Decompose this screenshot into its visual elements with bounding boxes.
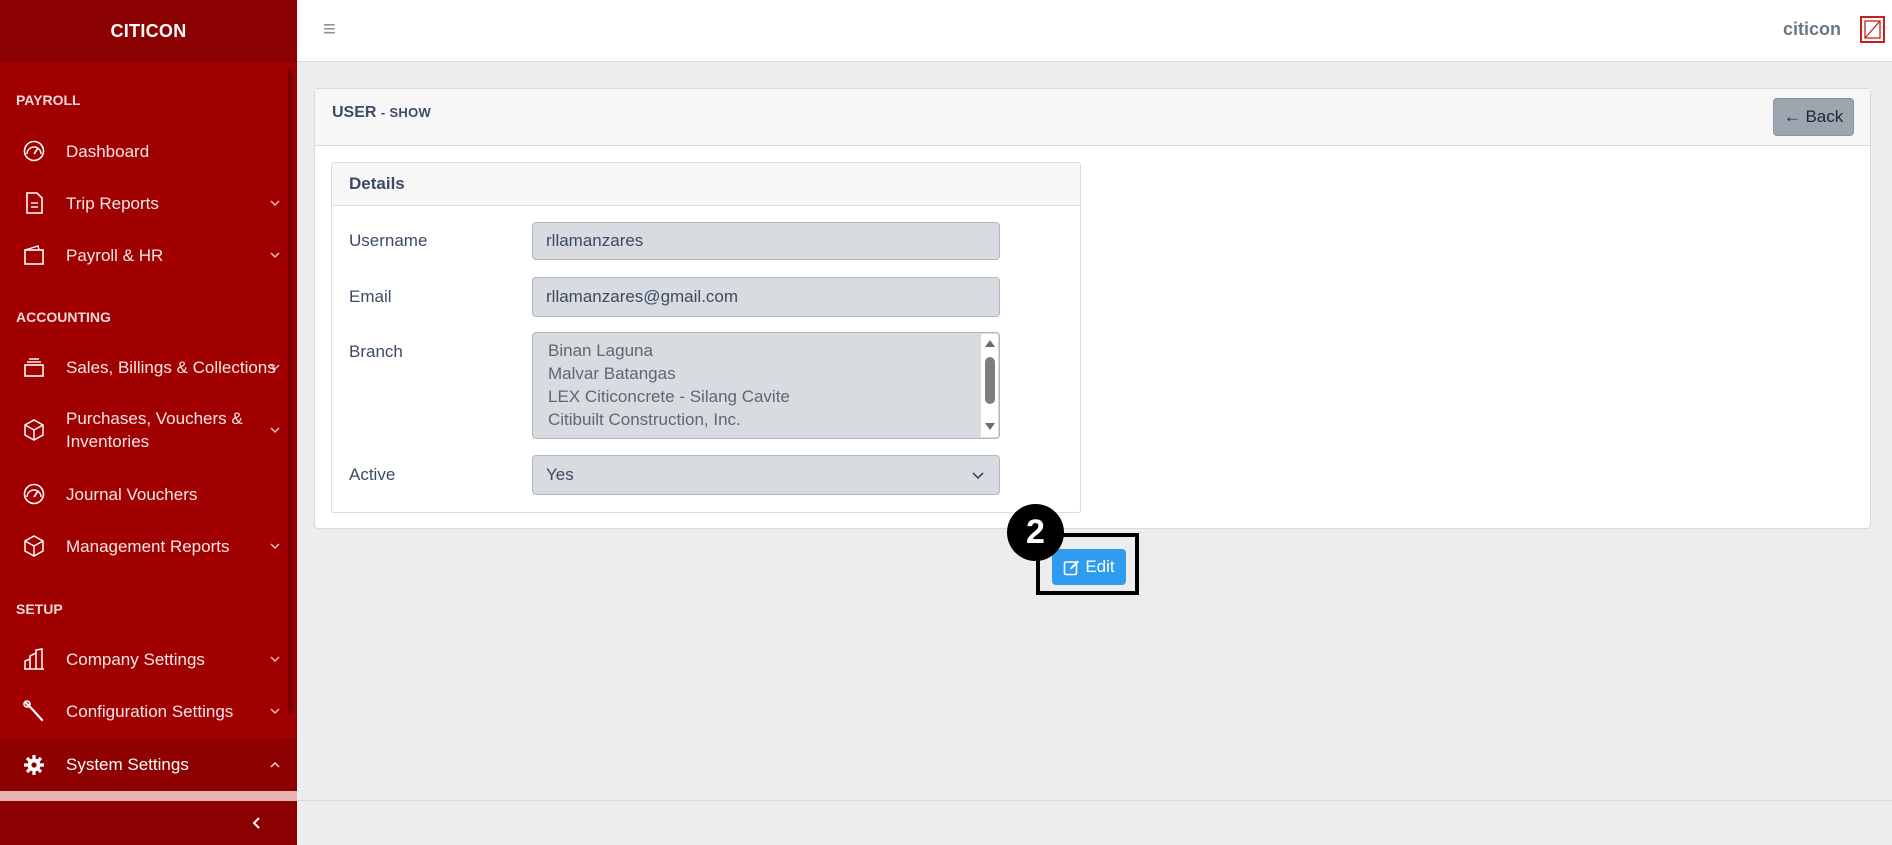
speedometer-icon xyxy=(21,481,47,507)
sidebar-item-payroll-hr[interactable]: Payroll & HR xyxy=(0,238,297,272)
footer-divider xyxy=(297,800,1892,801)
wrench-icon xyxy=(21,698,47,724)
chevron-down-icon xyxy=(268,652,282,666)
sidebar-item-journal-vouchers[interactable]: Journal Vouchers xyxy=(0,477,297,511)
sidebar-item-label: Dashboard xyxy=(66,141,150,161)
username-value: rllamanzares xyxy=(546,231,644,250)
page-subtitle: - SHOW xyxy=(380,105,432,120)
chevron-down-icon xyxy=(268,196,282,210)
chevron-down-icon xyxy=(268,248,282,262)
scroll-up-arrow-icon[interactable] xyxy=(984,338,996,348)
speedometer-icon xyxy=(21,138,47,164)
brand-logo[interactable]: CITICON xyxy=(0,0,297,62)
gear-icon xyxy=(21,752,47,778)
branch-option[interactable]: Malvar Batangas xyxy=(548,364,676,384)
active-select[interactable]: Yes xyxy=(532,455,1000,495)
sidebar-item-label: Company Settings xyxy=(66,649,205,669)
email-label: Email xyxy=(349,287,392,306)
chevron-left-icon[interactable] xyxy=(242,808,272,838)
layers-icon xyxy=(21,354,47,380)
sidebar-scrollbar[interactable] xyxy=(288,68,293,714)
sidebar-item-system-settings[interactable]: System Settings xyxy=(0,738,297,791)
chevron-down-icon xyxy=(268,704,282,718)
avatar[interactable] xyxy=(1860,16,1885,43)
branch-multiselect[interactable]: Binan Laguna Malvar Batangas LEX Citicon… xyxy=(532,332,1000,439)
details-title: Details xyxy=(349,174,405,193)
step-number-badge: 2 xyxy=(1007,504,1064,561)
branch-option[interactable]: Binan Laguna xyxy=(548,341,653,361)
top-header: ≡ citicon xyxy=(297,0,1892,62)
active-label: Active xyxy=(349,465,396,484)
sidebar-item-company-settings[interactable]: Company Settings xyxy=(0,642,297,676)
nav-section-accounting: ACCOUNTING xyxy=(16,309,111,325)
chevron-down-icon xyxy=(268,423,282,437)
wallet-icon xyxy=(21,242,47,268)
sidebar-item-label: Payroll & HR xyxy=(66,245,164,265)
sidebar-item-configuration-settings[interactable]: Configuration Settings xyxy=(0,694,297,728)
details-header: Details xyxy=(332,163,1080,206)
chevron-down-icon xyxy=(971,468,985,482)
branch-option[interactable]: LEX Citiconcrete - Silang Cavite xyxy=(548,387,790,407)
username-field[interactable]: rllamanzares xyxy=(532,222,1000,260)
nav-section-payroll: PAYROLL xyxy=(16,92,81,108)
edit-button-label: Edit xyxy=(1085,557,1115,576)
sidebar-item-sales-billings[interactable]: Sales, Billings & Collections xyxy=(0,350,297,384)
email-value: rllamanzares@gmail.com xyxy=(546,287,739,306)
user-show-card: USER - SHOW ← Back Details Username rlla… xyxy=(314,88,1871,529)
document-icon xyxy=(21,190,47,216)
edit-icon xyxy=(1063,559,1080,576)
sidebar: CITICON PAYROLL Dashboard Trip Reports P… xyxy=(0,0,297,845)
sidebar-item-dashboard[interactable]: Dashboard xyxy=(0,134,297,168)
edit-button[interactable]: Edit xyxy=(1052,549,1126,585)
branch-option[interactable]: Citibuilt Construction, Inc. xyxy=(548,410,741,430)
cube-icon xyxy=(21,533,47,559)
hamburger-menu-icon[interactable]: ≡ xyxy=(323,18,345,40)
nav-section-setup: SETUP xyxy=(16,601,63,617)
active-value: Yes xyxy=(546,465,574,484)
user-name[interactable]: citicon xyxy=(1783,19,1841,40)
scroll-down-arrow-icon[interactable] xyxy=(984,422,996,432)
sidebar-footer xyxy=(0,801,297,845)
sidebar-item-label: Management Reports xyxy=(66,536,230,556)
sidebar-item-label: Configuration Settings xyxy=(66,701,234,721)
chevron-down-icon xyxy=(268,539,282,553)
sidebar-item-purchases-vouchers[interactable]: Purchases, Vouchers & Inventories xyxy=(0,405,297,455)
sidebar-item-label: Trip Reports xyxy=(66,193,159,213)
details-panel: Details Username rllamanzares Email rlla… xyxy=(331,162,1081,513)
sidebar-item-label: Purchases, Vouchers & Inventories xyxy=(66,409,243,451)
card-header: USER - SHOW ← Back xyxy=(315,89,1870,146)
cube-icon xyxy=(21,417,47,443)
sidebar-item-management-reports[interactable]: Management Reports xyxy=(0,529,297,563)
sidebar-item-label: Sales, Billings & Collections xyxy=(66,357,276,377)
branch-label: Branch xyxy=(349,342,403,361)
sidebar-item-label: Journal Vouchers xyxy=(66,484,198,504)
sidebar-submenu-edge xyxy=(0,791,297,801)
sidebar-item-label: System Settings xyxy=(66,755,189,774)
chevron-up-icon xyxy=(268,758,282,772)
building-icon xyxy=(21,646,47,672)
email-field[interactable]: rllamanzares@gmail.com xyxy=(532,277,1000,317)
branch-scroll-thumb[interactable] xyxy=(985,357,995,404)
back-button[interactable]: ← Back xyxy=(1773,98,1854,136)
chevron-down-icon xyxy=(268,360,282,374)
username-label: Username xyxy=(349,231,428,250)
sidebar-item-trip-reports[interactable]: Trip Reports xyxy=(0,186,297,220)
page-title: USER - SHOW xyxy=(332,104,432,121)
